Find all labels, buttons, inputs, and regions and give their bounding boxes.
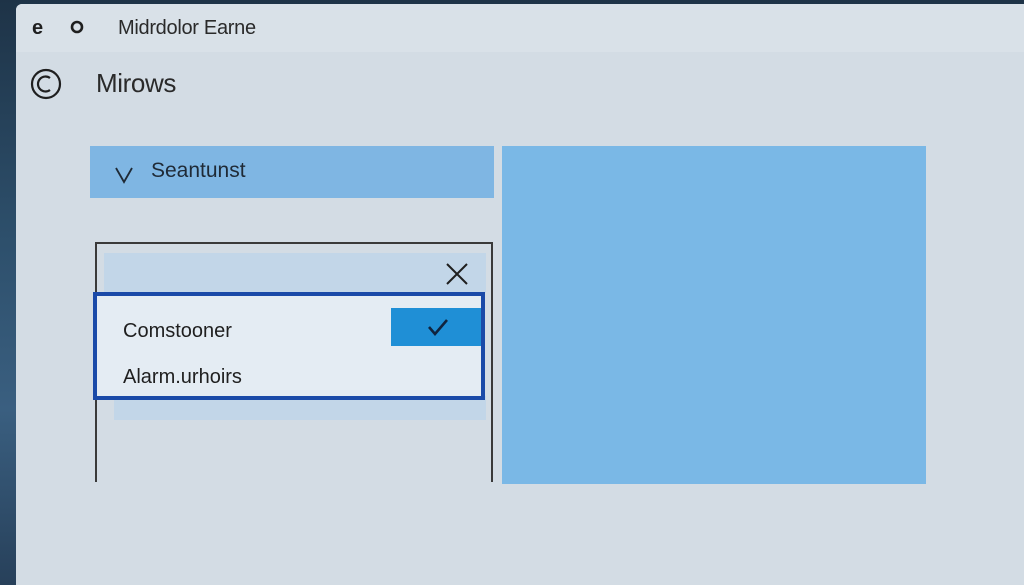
list-item[interactable]: Alarm.urhoirs bbox=[123, 366, 242, 389]
search-dropdown-label: Seantunst bbox=[151, 159, 246, 182]
page-title: Mirows bbox=[96, 68, 176, 98]
search-dropdown[interactable]: Seantunst bbox=[90, 146, 494, 198]
chevron-down-icon bbox=[112, 162, 136, 186]
checkmark-icon bbox=[428, 319, 448, 336]
dialog-header bbox=[104, 253, 486, 293]
option-listbox[interactable]: Comstooner Alarm.urhoirs bbox=[93, 292, 485, 400]
title-bar: e Midrdolor Earne bbox=[16, 4, 1024, 52]
confirm-button[interactable] bbox=[391, 308, 481, 346]
window-title: Midrdolor Earne bbox=[118, 17, 256, 39]
back-icon[interactable] bbox=[30, 68, 62, 100]
app-icon[interactable]: e bbox=[32, 18, 43, 38]
preview-panel bbox=[502, 146, 926, 484]
close-icon[interactable] bbox=[444, 261, 470, 287]
app-window: e Midrdolor Earne Mirows Seantunst Comst… bbox=[16, 4, 1024, 585]
page-header: Mirows bbox=[16, 52, 1024, 122]
record-icon[interactable] bbox=[68, 18, 86, 36]
list-item[interactable]: Comstooner bbox=[123, 320, 232, 343]
